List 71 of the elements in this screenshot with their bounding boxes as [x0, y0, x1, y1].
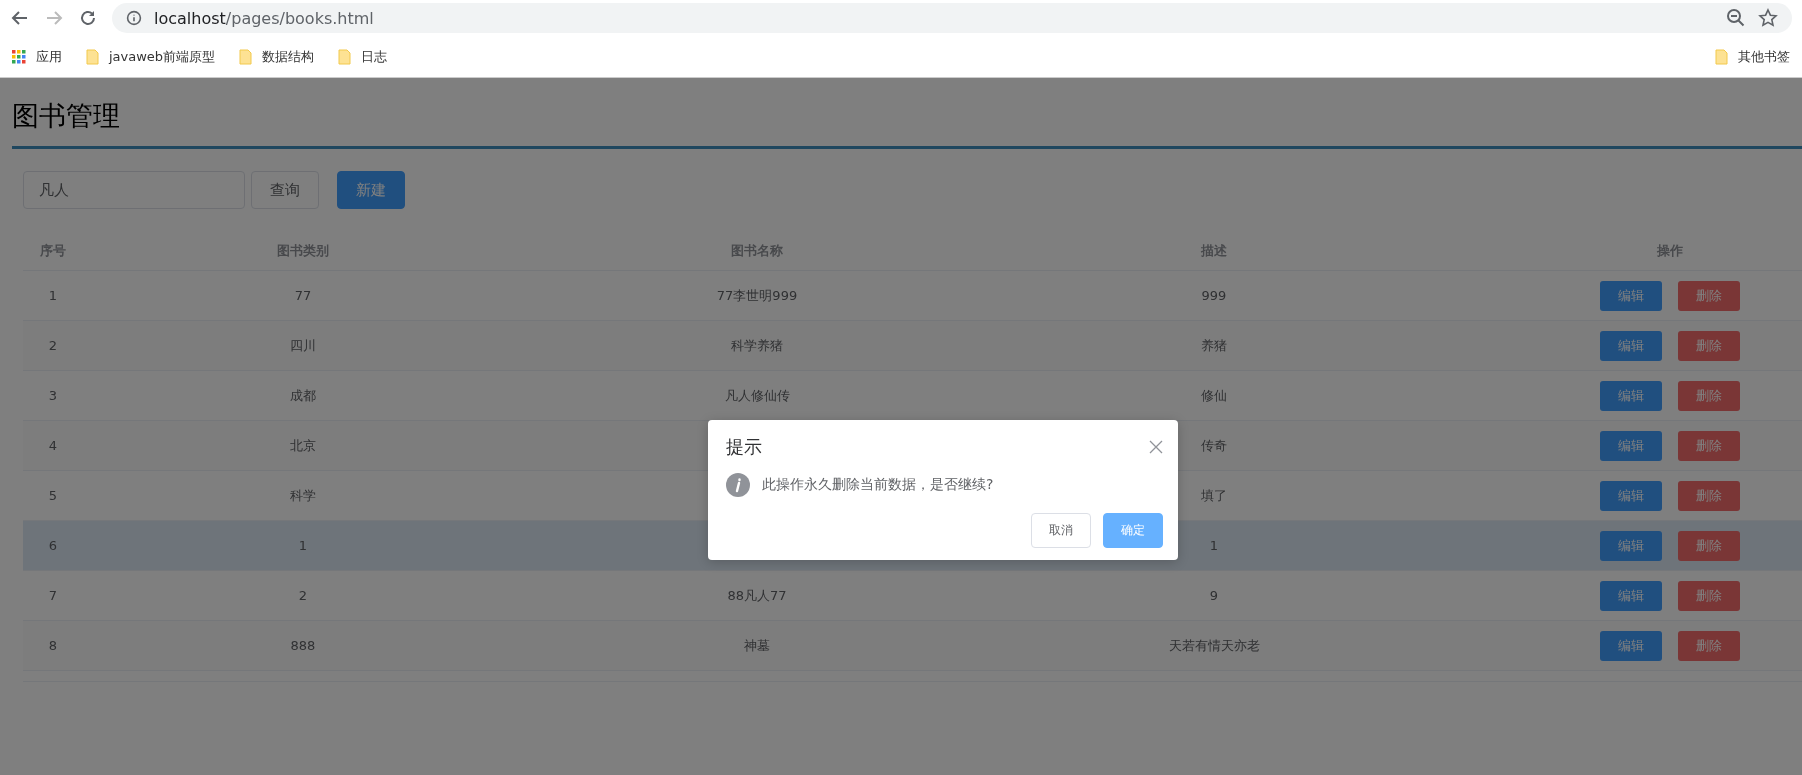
- query-button[interactable]: 查询: [251, 171, 319, 209]
- edit-button[interactable]: 编辑: [1599, 480, 1662, 511]
- table-cell: 3: [48, 388, 58, 403]
- table-cell: 天若有情天亦老: [1168, 636, 1260, 655]
- table-cell: 2: [298, 588, 308, 603]
- delete-button[interactable]: 删除: [1677, 330, 1740, 361]
- zoom-out-icon[interactable]: [1726, 8, 1746, 28]
- folder-icon: [1715, 48, 1728, 65]
- table-cell: 1: [48, 288, 58, 303]
- delete-button[interactable]: 删除: [1677, 480, 1740, 511]
- folder-icon: [239, 48, 253, 65]
- table-cell: 四川: [290, 336, 316, 355]
- edit-button[interactable]: 编辑: [1599, 280, 1662, 311]
- delete-button[interactable]: 删除: [1677, 630, 1740, 661]
- confirm-button[interactable]: 确定: [1103, 513, 1163, 548]
- folder-icon: [86, 48, 99, 65]
- cancel-button[interactable]: 取消: [1031, 513, 1091, 548]
- table-cell: 7: [48, 588, 58, 603]
- apps-grid-icon: [12, 49, 26, 64]
- table-cell: 6: [48, 538, 58, 553]
- dialog-title: 提示: [726, 435, 762, 459]
- table-cell: 88凡人77: [727, 586, 787, 605]
- url-text: localhost/pages/books.html: [154, 8, 374, 28]
- table-cell: 8: [48, 638, 58, 653]
- folder-icon: [338, 48, 352, 65]
- edit-button[interactable]: 编辑: [1599, 430, 1662, 461]
- info-icon: [726, 473, 750, 497]
- dialog-message: 此操作永久删除当前数据，是否继续?: [762, 476, 994, 494]
- table-cell: 1: [1209, 538, 1219, 553]
- table-cell: 77李世明999: [716, 286, 798, 305]
- table-cell: 传奇: [1201, 436, 1227, 455]
- new-button[interactable]: 新建: [337, 171, 405, 209]
- address-bar[interactable]: localhost/pages/books.html: [112, 3, 1792, 33]
- table-cell: 填了: [1201, 486, 1227, 505]
- table-cell: 神墓: [744, 636, 770, 655]
- reload-icon[interactable]: [78, 8, 98, 28]
- edit-button[interactable]: 编辑: [1599, 330, 1662, 361]
- bookmark[interactable]: 应用: [12, 47, 62, 66]
- bookmark[interactable]: 日志: [338, 47, 388, 66]
- bookmark[interactable]: 其他书签: [1715, 47, 1790, 66]
- table-cell: 999: [1201, 288, 1227, 303]
- table-cell: 1: [298, 538, 308, 553]
- delete-button[interactable]: 删除: [1677, 530, 1740, 561]
- bookmark[interactable]: javaweb前端原型: [86, 47, 216, 66]
- edit-button[interactable]: 编辑: [1599, 530, 1662, 561]
- search-field[interactable]: 凡人: [23, 171, 245, 209]
- delete-button[interactable]: 删除: [1677, 580, 1740, 611]
- star-icon[interactable]: [1758, 8, 1778, 28]
- table-cell: 77: [294, 288, 312, 303]
- table-cell: 北京: [290, 436, 316, 455]
- table-cell: 成都: [290, 386, 316, 405]
- table-cell: 9: [1209, 588, 1219, 603]
- bookmark[interactable]: 数据结构: [239, 47, 315, 66]
- table-cell: 科学养猪: [731, 336, 783, 355]
- info-icon: [126, 10, 142, 26]
- edit-button[interactable]: 编辑: [1599, 630, 1662, 661]
- delete-button[interactable]: 删除: [1677, 430, 1740, 461]
- table-cell: 5: [48, 488, 58, 503]
- edit-button[interactable]: 编辑: [1599, 380, 1662, 411]
- table-cell: 养猪: [1201, 336, 1227, 355]
- table-cell: 修仙: [1201, 386, 1227, 405]
- table-cell: 2: [48, 338, 58, 353]
- table-cell: 4: [48, 438, 58, 453]
- table-cell: 凡人修仙传: [724, 386, 790, 405]
- close-icon[interactable]: [1149, 440, 1163, 454]
- edit-button[interactable]: 编辑: [1599, 580, 1662, 611]
- delete-button[interactable]: 删除: [1677, 280, 1740, 311]
- delete-button[interactable]: 删除: [1677, 380, 1740, 411]
- page-title: 图书管理: [12, 99, 120, 133]
- table-cell: 888: [290, 638, 316, 653]
- table-cell: 科学: [290, 486, 316, 505]
